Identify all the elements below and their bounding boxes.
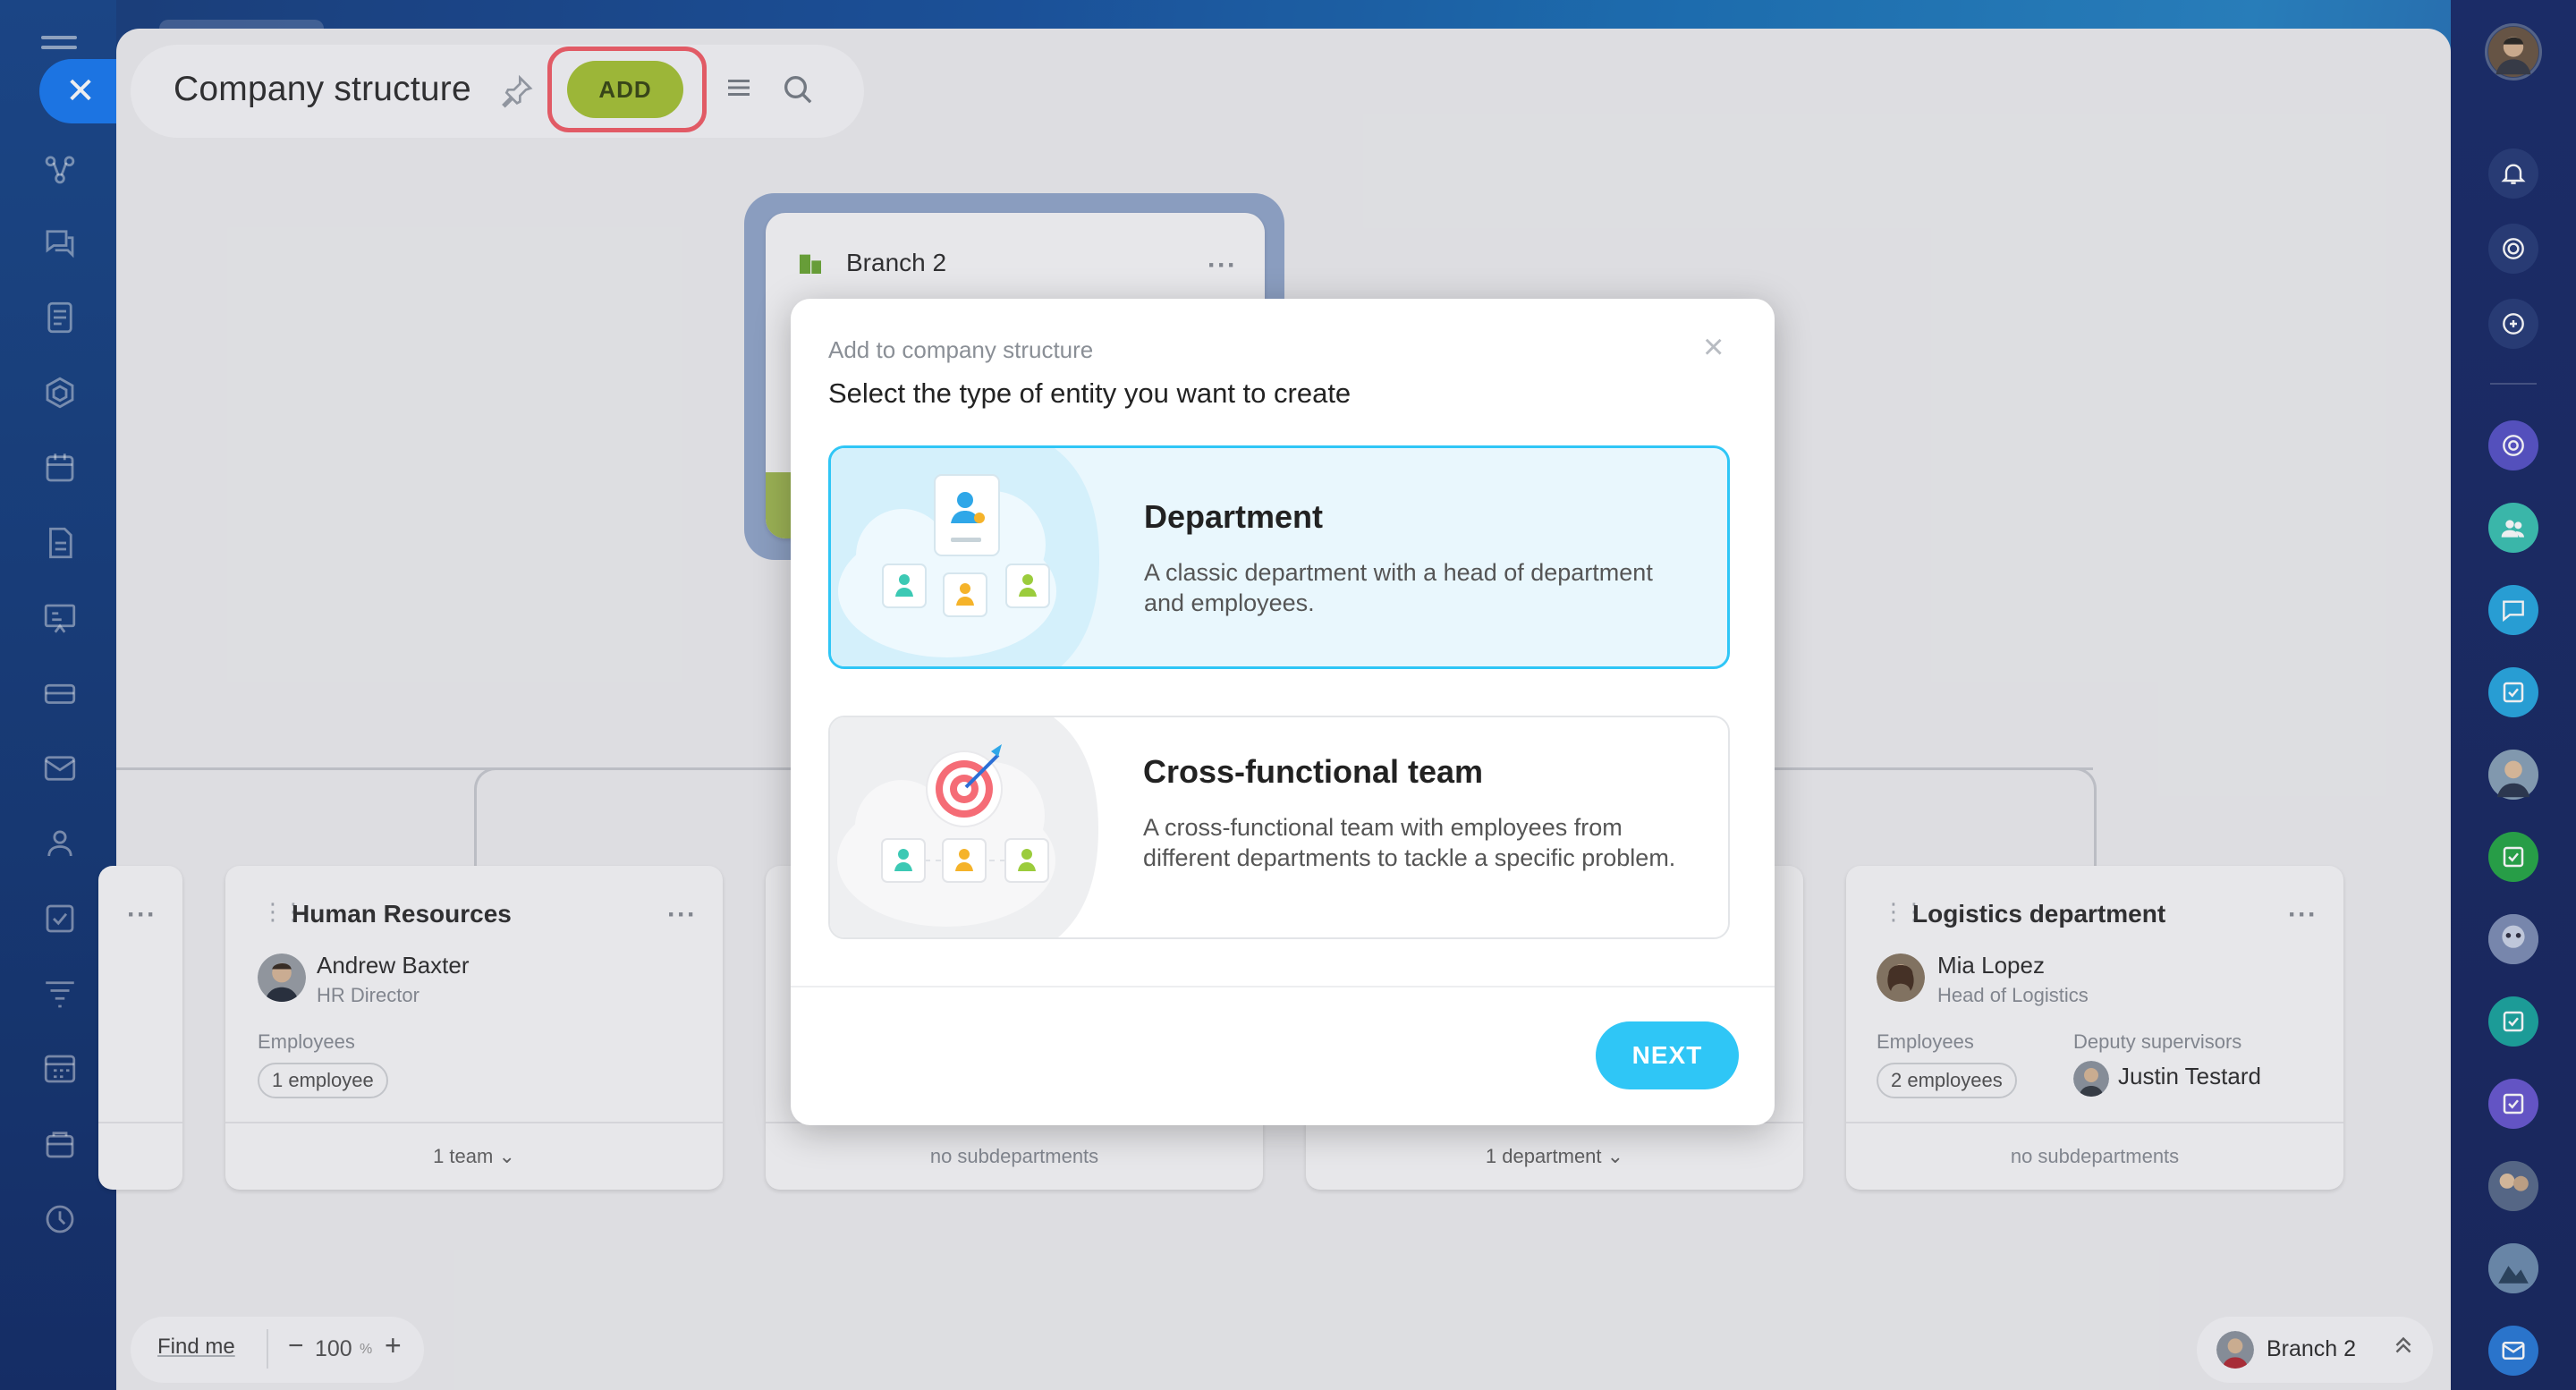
close-icon[interactable]: × [1703, 329, 1724, 365]
team-illustration [830, 717, 1098, 937]
add-entity-dialog [791, 299, 1775, 1125]
option-title: Cross-functional team [1143, 753, 1484, 790]
next-button[interactable]: NEXT [1596, 1021, 1739, 1089]
department-illustration [831, 448, 1099, 666]
option-title: Department [1144, 498, 1324, 535]
option-description: A classic department with a head of depa… [1144, 559, 1653, 616]
option-description: A cross-functional team with employees f… [1143, 814, 1676, 871]
dialog-divider [791, 986, 1775, 987]
option-cross-functional-team[interactable]: Cross-functional team A cross-functional… [828, 716, 1730, 939]
dialog-title: Select the type of entity you want to cr… [828, 377, 1352, 409]
dialog-subtitle: Add to company structure [828, 336, 1094, 363]
option-department[interactable]: Department A classic department with a h… [828, 445, 1730, 669]
